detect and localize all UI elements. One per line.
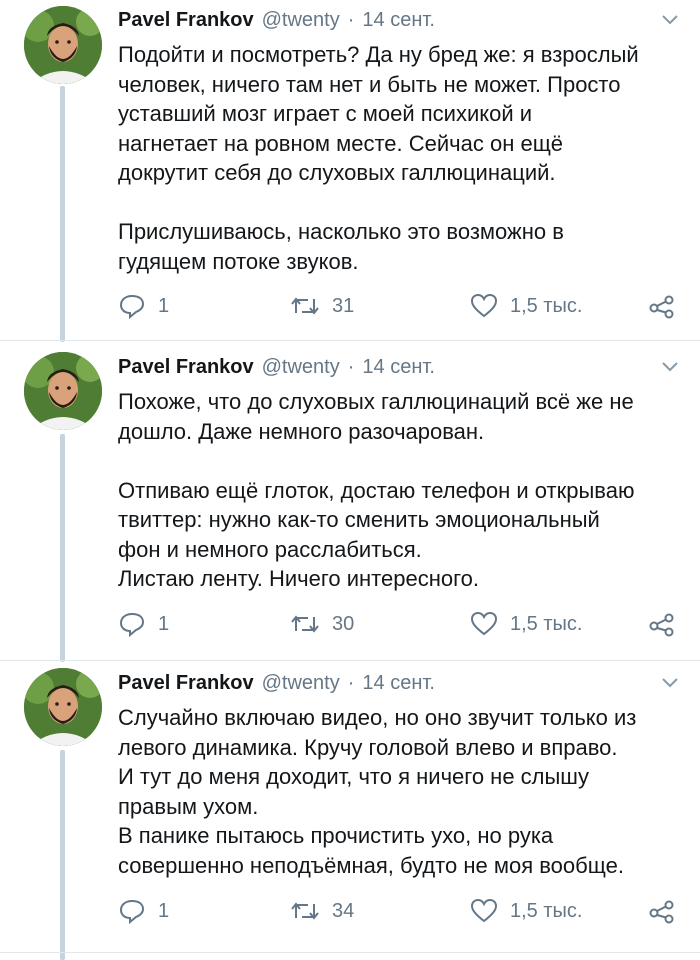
retweet-button[interactable]: 30	[290, 609, 354, 639]
text-line: фон и немного расслабиться.	[118, 536, 422, 562]
text-line: докрутит себя до слуховых галлюцинаций.	[118, 160, 556, 185]
text-line: уставший мозг играет с моей психикой и	[118, 101, 533, 126]
thread-connector	[60, 750, 65, 960]
text-line: дошло. Даже немного разочарован.	[118, 418, 485, 444]
share-button[interactable]	[648, 609, 676, 639]
reply-count: 1	[158, 294, 170, 317]
avatar[interactable]	[24, 352, 102, 430]
tweet-date[interactable]: 14 сент.	[362, 672, 434, 695]
share-icon	[649, 295, 674, 319]
share-icon	[649, 900, 674, 924]
retweet-count: 30	[332, 612, 355, 635]
avatar[interactable]	[24, 668, 102, 746]
share-icon	[649, 613, 674, 637]
text-line: нагнетает на ровном месте. Сейчас он ещё	[118, 130, 564, 156]
retweet-icon	[291, 902, 319, 920]
like-count: 1,5 тыс.	[510, 612, 583, 635]
reply-icon	[119, 612, 145, 637]
heart-icon	[470, 898, 498, 923]
text-line: Прислушиваюсь, насколько это возможно в	[118, 219, 564, 244]
thread-connector	[60, 434, 65, 662]
separator: ·	[347, 355, 355, 378]
tweet-header: Pavel Frankov @twenty · 14 сент.	[118, 668, 680, 698]
tweet-text: Случайно включаю видео, но оно звучит то…	[118, 703, 688, 880]
text-line: Похоже, что до слуховых галлюцинаций всё…	[118, 389, 634, 414]
like-count: 1,5 тыс.	[510, 899, 583, 922]
like-button[interactable]: 1,5 тыс.	[470, 291, 582, 321]
reply-icon	[119, 294, 145, 319]
like-button[interactable]: 1,5 тыс.	[470, 896, 582, 926]
retweet-count: 34	[332, 899, 355, 922]
reply-count: 1	[158, 899, 170, 922]
tweet-text: Похоже, что до слуховых галлюцинаций всё…	[118, 387, 688, 594]
share-button[interactable]	[648, 896, 676, 926]
reply-count: 1	[158, 612, 170, 635]
tweet-actions: 1 34 1,5 тыс.	[118, 896, 678, 926]
separator: ·	[347, 8, 355, 31]
share-button[interactable]	[648, 291, 676, 321]
chevron-down-icon[interactable]	[660, 674, 680, 692]
text-line: человек, ничего там нет и быть не может.…	[118, 71, 621, 97]
reply-icon	[119, 899, 145, 924]
text-line: Листаю ленту. Ничего интересного.	[118, 566, 479, 591]
tweet[interactable]: Pavel Frankov @twenty · 14 сент. Похоже,…	[0, 340, 700, 662]
retweet-button[interactable]: 31	[290, 291, 354, 321]
heart-icon	[470, 293, 498, 318]
text-line: правым ухом.	[118, 793, 259, 819]
text-line: твиттер: нужно как-то сменить эмоциональ…	[118, 507, 600, 532]
avatar-image	[24, 668, 102, 746]
thread-connector	[60, 86, 65, 342]
retweet-icon	[291, 615, 319, 633]
heart-icon	[470, 611, 498, 636]
avatar-image	[24, 352, 102, 430]
retweet-count: 31	[332, 294, 355, 317]
chevron-down-icon[interactable]	[660, 358, 680, 376]
text-line: совершенно неподъёмная, будто не моя воо…	[118, 852, 624, 878]
retweet-icon	[291, 297, 319, 315]
text-line: левого динамика. Кручу головой влево и в…	[118, 734, 618, 760]
tweet-date[interactable]: 14 сент.	[362, 356, 434, 379]
tweet-text: Подойти и посмотреть? Да ну бред же: я в…	[118, 40, 688, 276]
text-line: И тут до меня доходит, что я ничего не с…	[118, 764, 589, 789]
text-line: Случайно включаю видео, но оно звучит то…	[118, 705, 637, 730]
author-handle[interactable]: @twenty	[262, 672, 340, 695]
tweet-date[interactable]: 14 сент.	[362, 9, 434, 32]
author-handle[interactable]: @twenty	[262, 356, 340, 379]
text-line: Подойти и посмотреть? Да ну бред же: я в…	[118, 42, 639, 67]
author-name[interactable]: Pavel Frankov	[118, 9, 254, 32]
tweet-actions: 1 31 1,5 тыс.	[118, 291, 678, 321]
like-count: 1,5 тыс.	[510, 294, 583, 317]
text-line: гудящем потоке звуков.	[118, 248, 359, 274]
like-button[interactable]: 1,5 тыс.	[470, 609, 582, 639]
retweet-button[interactable]: 34	[290, 896, 354, 926]
reply-button[interactable]: 1	[118, 609, 169, 639]
author-name[interactable]: Pavel Frankov	[118, 356, 254, 379]
author-handle[interactable]: @twenty	[262, 9, 340, 32]
tweet-header: Pavel Frankov @twenty · 14 сент.	[118, 352, 680, 382]
divider	[0, 952, 700, 953]
reply-button[interactable]: 1	[118, 291, 169, 321]
tweet[interactable]: Pavel Frankov @twenty · 14 сент. Подойти…	[0, 0, 700, 342]
tweet-header: Pavel Frankov @twenty · 14 сент.	[118, 5, 680, 35]
tweet-actions: 1 30 1,5 тыс.	[118, 609, 678, 639]
tweet-thread: Pavel Frankov @twenty · 14 сент. Подойти…	[0, 0, 700, 960]
avatar-image	[24, 6, 102, 84]
tweet[interactable]: Pavel Frankov @twenty · 14 сент. Случайн…	[0, 660, 700, 960]
author-name[interactable]: Pavel Frankov	[118, 672, 254, 695]
separator: ·	[347, 671, 355, 694]
text-line: Отпиваю ещё глоток, достаю телефон и отк…	[118, 477, 635, 503]
reply-button[interactable]: 1	[118, 896, 169, 926]
chevron-down-icon[interactable]	[660, 11, 680, 29]
text-line: В панике пытаюсь прочистить ухо, но рука	[118, 823, 554, 848]
avatar[interactable]	[24, 6, 102, 84]
